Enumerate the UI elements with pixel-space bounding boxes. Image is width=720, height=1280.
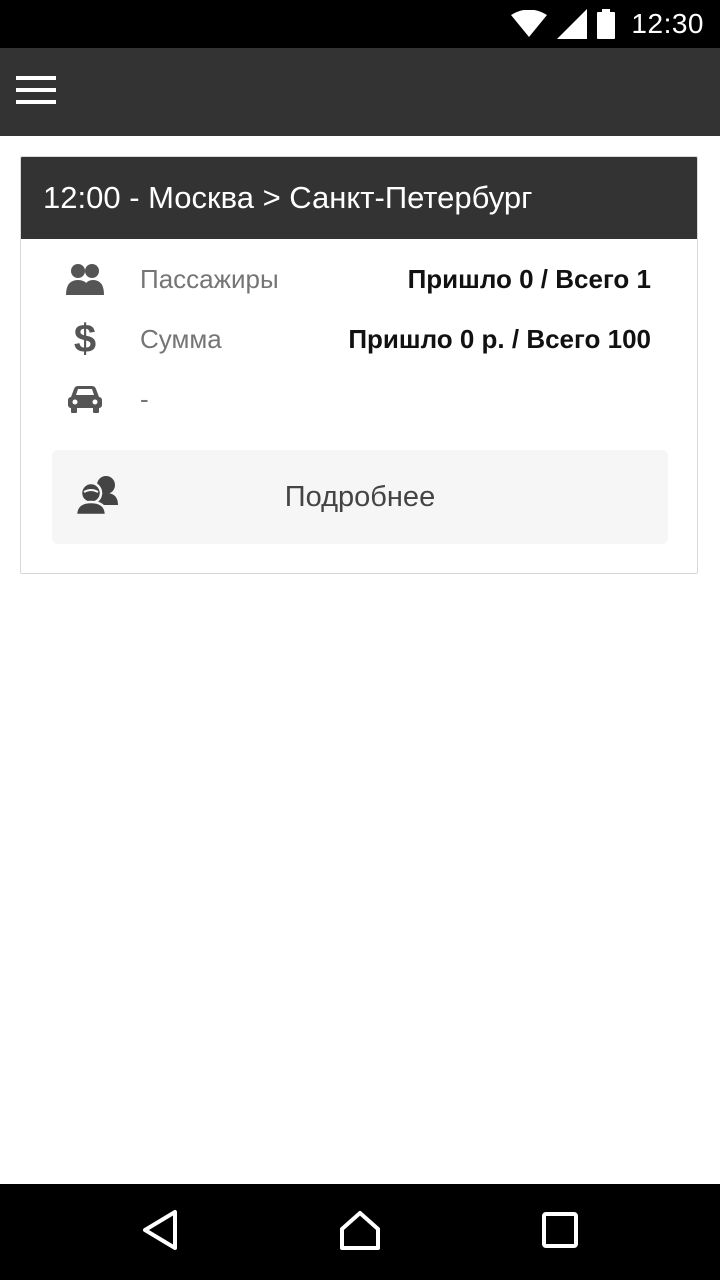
trip-card: 12:00 - Москва > Санкт-Петербург Пассажи… <box>20 156 698 574</box>
dollar-icon: $ <box>73 317 97 361</box>
menu-button[interactable] <box>16 64 88 120</box>
recents-icon <box>542 1211 578 1253</box>
passengers-icon <box>65 259 105 299</box>
trip-title: 12:00 - Москва > Санкт-Петербург <box>21 157 697 239</box>
back-button[interactable] <box>136 1208 184 1256</box>
status-icons: 12:30 <box>511 0 704 48</box>
car-label: - <box>140 384 149 414</box>
home-button[interactable] <box>336 1208 384 1256</box>
cell-signal-icon <box>557 9 588 39</box>
app-bar <box>0 48 720 136</box>
recents-button[interactable] <box>536 1208 584 1256</box>
details-label: Подробнее <box>284 481 436 513</box>
car-row: - <box>21 369 697 429</box>
hamburger-menu-icon <box>16 75 56 109</box>
details-button[interactable]: Подробнее <box>52 450 668 544</box>
home-icon <box>338 1209 382 1256</box>
passengers-row: Пассажиры Пришло 0 / Всего 1 <box>21 249 697 309</box>
navigation-bar <box>0 1184 720 1280</box>
car-icon <box>65 379 105 419</box>
wifi-icon <box>511 10 548 38</box>
sum-row: $ Сумма Пришло 0 р. / Всего 100 <box>21 309 697 369</box>
sum-value: Пришло 0 р. / Всего 100 <box>348 324 651 354</box>
status-bar: 12:30 <box>0 0 720 48</box>
sum-label: Сумма <box>140 324 222 354</box>
back-icon <box>140 1209 180 1256</box>
battery-icon <box>597 9 616 39</box>
passengers-value: Пришло 0 / Всего 1 <box>407 264 651 294</box>
passengers-label: Пассажиры <box>140 264 279 294</box>
status-time: 12:30 <box>631 8 704 39</box>
